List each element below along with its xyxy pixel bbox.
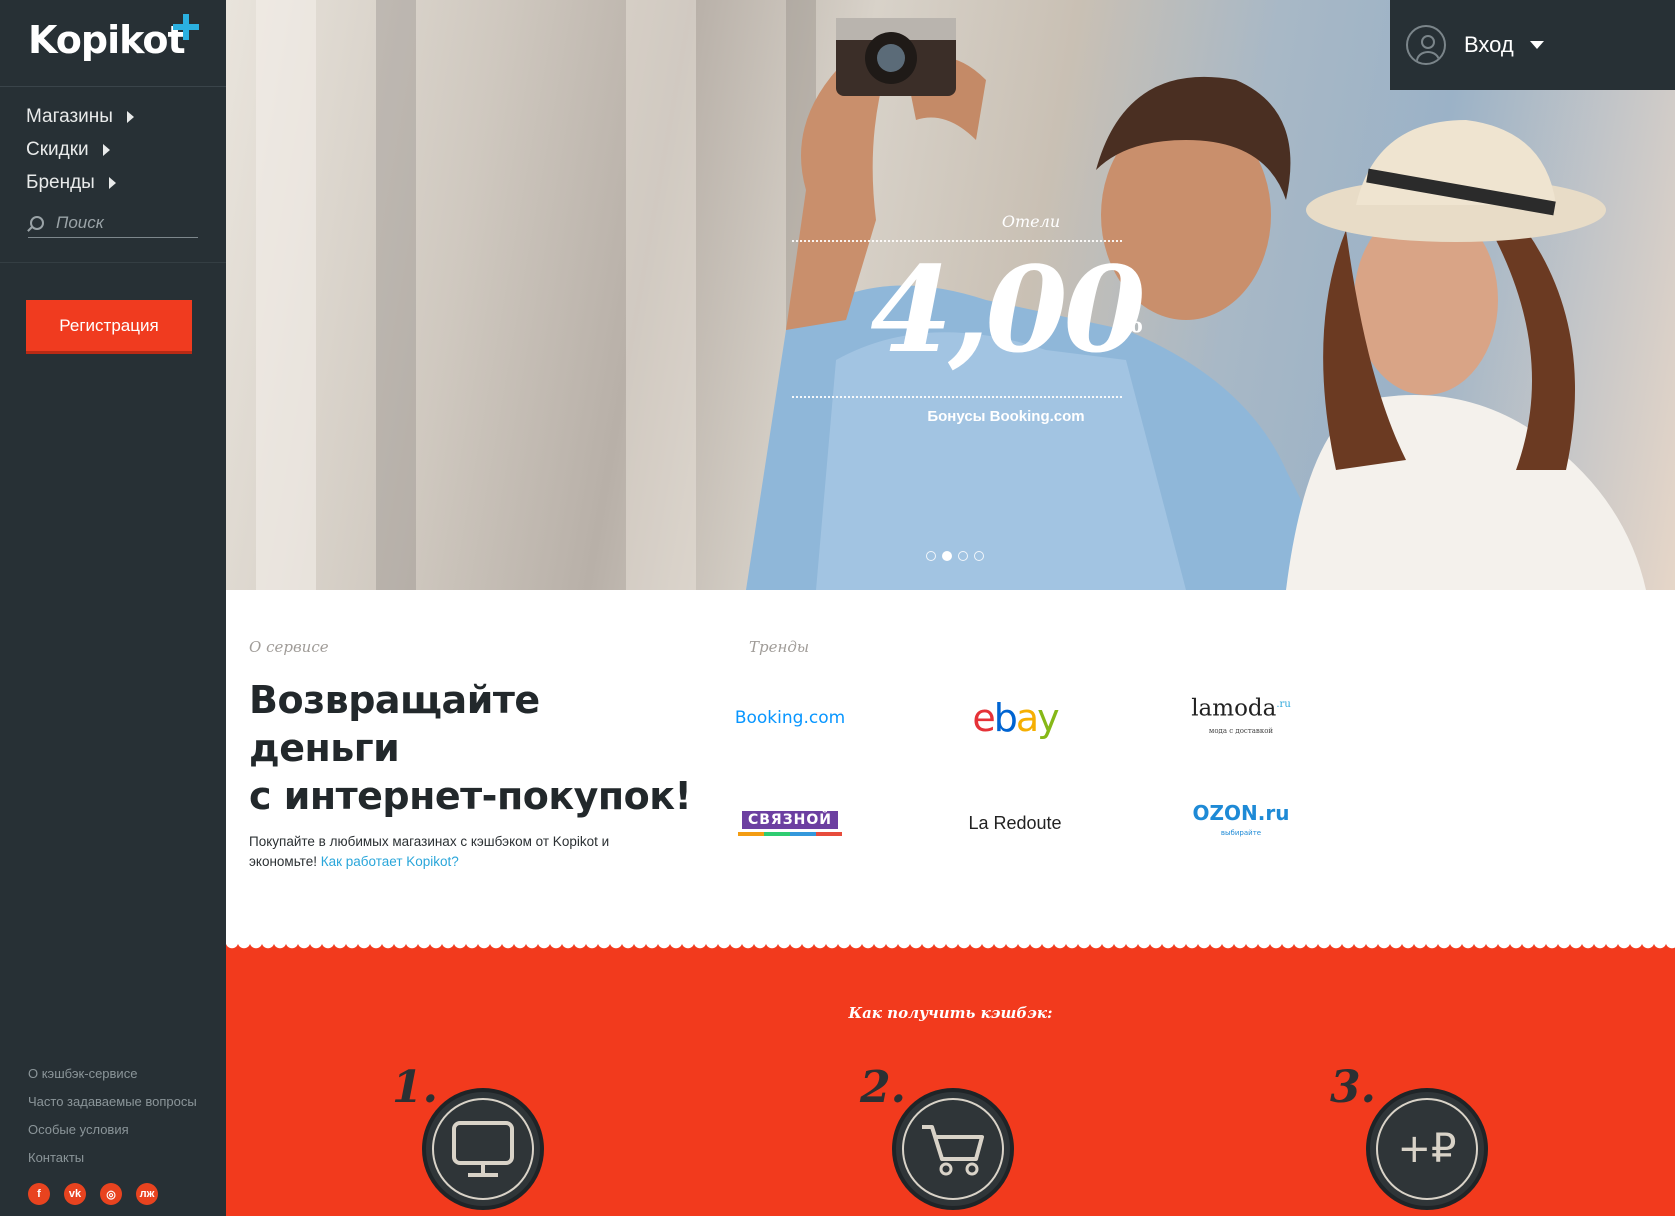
logo[interactable]: Kopikot — [28, 18, 186, 62]
user-avatar-icon — [1406, 25, 1446, 65]
carousel-dots — [926, 551, 990, 561]
nav-item-discounts[interactable]: Скидки — [26, 133, 134, 166]
step-number: 3. — [1330, 1062, 1376, 1113]
carousel-dot-active[interactable] — [942, 551, 952, 561]
footer-link-about[interactable]: О кэшбэк-сервисе — [28, 1060, 197, 1088]
carousel-dot[interactable] — [926, 551, 936, 561]
headline-line: с интернет-покупок! — [249, 774, 692, 818]
section-label-trends: Тренды — [749, 638, 810, 656]
brand-svyaznoy[interactable]: СВЯЗНОЙ — [725, 793, 855, 853]
register-button[interactable]: Регистрация — [26, 300, 192, 354]
headline-line: Возвращайте — [249, 678, 540, 722]
brand-name: OZON.ru — [1192, 801, 1290, 825]
footer-link-contacts[interactable]: Контакты — [28, 1144, 197, 1172]
footer-link-faq[interactable]: Часто задаваемые вопросы — [28, 1088, 197, 1116]
brand-name: ebay — [972, 696, 1059, 740]
footer-links: О кэшбэк-сервисе Часто задаваемые вопрос… — [28, 1060, 197, 1172]
carousel-dot[interactable] — [958, 551, 968, 561]
headline: Возвращайте деньги с интернет-покупок! — [249, 676, 699, 820]
brand-suffix: .com — [803, 708, 846, 728]
brand-booking[interactable]: Booking .com — [725, 688, 855, 748]
brand-name: СВЯЗНОЙ — [741, 810, 838, 829]
search-input[interactable] — [56, 212, 186, 233]
how-it-works-title: Как получить кэшбэк: — [848, 1004, 1053, 1022]
chevron-right-icon — [126, 110, 134, 123]
brand-lamoda[interactable]: lamoda.ru мода с доставкой — [1176, 688, 1306, 748]
hero-cashback-value: 4,00 — [870, 240, 1145, 379]
logo-plus-icon — [173, 14, 199, 40]
brand-name: Booking — [734, 708, 804, 728]
step-2-circle — [892, 1088, 1014, 1210]
brand-la-redoute[interactable]: La Redoute — [950, 793, 1080, 853]
divider — [0, 262, 226, 263]
nav-item-label: Магазины — [26, 105, 113, 127]
facebook-icon[interactable]: f — [28, 1183, 50, 1205]
hero-subtitle: Бонусы Booking.com — [927, 408, 1085, 425]
brand-ebay[interactable]: ebay — [950, 688, 1080, 748]
nav-item-brands[interactable]: Бренды — [26, 166, 134, 199]
nav-item-shops[interactable]: Магазины — [26, 100, 134, 133]
main-nav: Магазины Скидки Бренды — [26, 100, 134, 199]
step-number: 2. — [860, 1062, 906, 1113]
how-it-works-link[interactable]: Как работает Kopikot? — [321, 854, 459, 869]
login-button[interactable]: Вход — [1390, 0, 1675, 90]
chevron-right-icon — [102, 143, 110, 156]
step-3-circle: +₽ — [1366, 1088, 1488, 1210]
hero-cashback-unit: % — [1116, 306, 1143, 339]
login-label: Вход — [1464, 32, 1514, 57]
caret-down-icon — [1529, 41, 1544, 49]
brand-color-bar — [738, 831, 842, 836]
wave-divider — [792, 396, 1122, 402]
nav-item-label: Скидки — [26, 138, 89, 160]
brand-tagline: выбирайте — [1220, 829, 1262, 837]
sidebar: Kopikot Магазины Скидки Бренды Регистрац… — [0, 0, 226, 1216]
headline-line: деньги — [249, 726, 400, 770]
nav-item-label: Бренды — [26, 171, 95, 193]
livejournal-icon[interactable]: лж — [136, 1183, 158, 1205]
divider — [0, 86, 226, 87]
vk-icon[interactable]: vk — [64, 1183, 86, 1205]
description: Покупайте в любимых магазинах с кэшбэком… — [249, 832, 649, 872]
search-icon — [30, 215, 44, 230]
brand-name: lamoda.ru — [1191, 695, 1291, 722]
footer-link-special-terms[interactable]: Особые условия — [28, 1116, 197, 1144]
section-label-about: О сервисе — [249, 638, 329, 656]
social-links: f vk ◎ лж — [28, 1183, 172, 1205]
brand-tagline: мода с доставкой — [1208, 726, 1274, 735]
hero-category: Отели — [1001, 212, 1061, 231]
step-1-circle — [422, 1088, 544, 1210]
search-box — [28, 208, 198, 238]
carousel-dot[interactable] — [974, 551, 984, 561]
step-number: 1. — [392, 1062, 438, 1113]
chevron-right-icon — [108, 176, 116, 189]
instagram-icon[interactable]: ◎ — [100, 1183, 122, 1205]
brand-ozon[interactable]: OZON.ru выбирайте — [1176, 793, 1306, 853]
